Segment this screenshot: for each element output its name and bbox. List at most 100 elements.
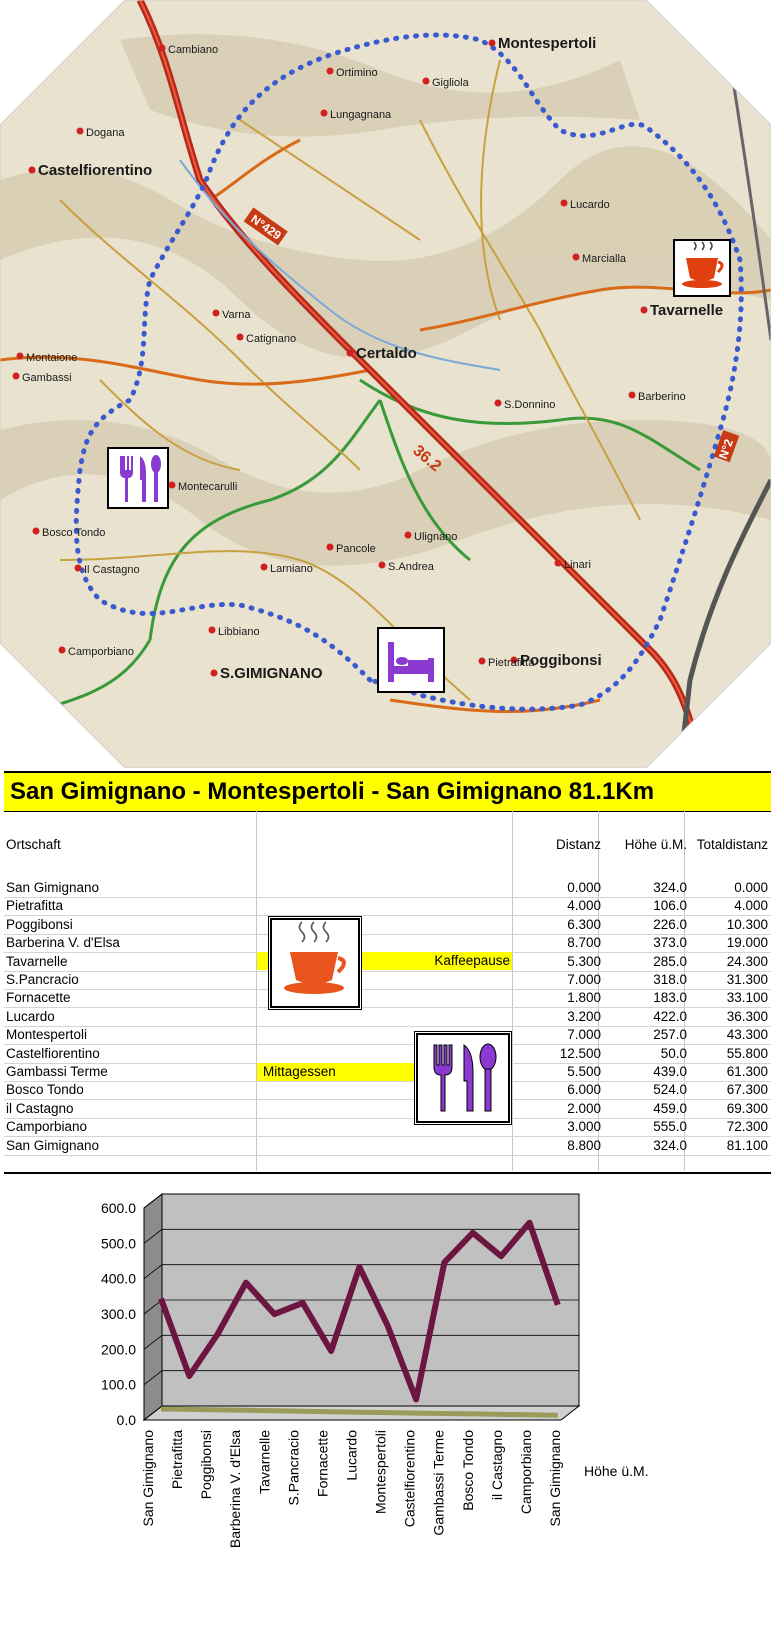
x-tick-label: Montespertoli — [373, 1430, 389, 1514]
place-cell: Tavarnelle — [6, 953, 68, 969]
place-label: Montespertoli — [498, 35, 596, 52]
distance-cell: 3.200 — [567, 1008, 601, 1024]
x-tick-label: Gambassi Terme — [431, 1430, 447, 1536]
distance-cell: 7.000 — [567, 972, 601, 987]
coffee-break-note: Kaffeepause — [434, 953, 510, 968]
height-cell: 324.0 — [653, 880, 687, 895]
place-label: Certaldo — [356, 345, 417, 362]
distance-cell: 8.700 — [567, 935, 601, 951]
distance-cell: 6.300 — [567, 916, 601, 932]
place-cell: Poggibonsi — [6, 916, 73, 932]
total-distance-cell: 81.100 — [726, 1137, 768, 1153]
total-distance-cell: 31.300 — [726, 972, 768, 987]
total-distance-cell: 19.000 — [726, 935, 768, 951]
place-marker — [74, 564, 82, 572]
place-label: Camporbiano — [68, 646, 134, 658]
height-cell: 183.0 — [653, 990, 687, 1006]
cutlery-icon — [433, 1043, 497, 1112]
header-place: Ortschaft — [6, 837, 61, 852]
place-label: Montecarulli — [178, 481, 237, 493]
y-tick-label: 200.0 — [101, 1341, 136, 1357]
coffee-cup-icon — [284, 921, 346, 994]
distance-cell: 5.300 — [567, 953, 601, 969]
table-cutlery-icon-box — [416, 1033, 510, 1123]
total-distance-cell: 33.100 — [726, 990, 768, 1006]
header-total-distance: Totaldistanz — [696, 837, 768, 852]
table-coffee-icon-box — [270, 918, 360, 1008]
place-marker — [158, 44, 166, 52]
table-row: Fornacette 1.800 183.0 33.100 — [4, 989, 771, 1009]
place-label: Marcialla — [582, 253, 627, 265]
distance-cell: 7.000 — [567, 1027, 601, 1043]
lunch-note: Mittagessen — [263, 1064, 336, 1079]
y-tick-label: 0.0 — [117, 1412, 137, 1428]
map-canvas: Castelfiorentino Montespertoli Certaldo Tav… — [0, 0, 771, 768]
place-marker — [628, 391, 636, 399]
place-label: Il Castagno — [84, 564, 140, 576]
place-marker — [168, 481, 176, 489]
table-row: Montespertoli 7.000 257.0 43.300 — [4, 1026, 771, 1046]
total-distance-cell: 69.300 — [726, 1100, 768, 1116]
place-marker — [12, 372, 20, 380]
place-marker — [76, 127, 84, 135]
total-distance-cell: 24.300 — [726, 953, 768, 969]
total-distance-cell: 10.300 — [726, 916, 768, 932]
place-label: Ulignano — [414, 531, 457, 543]
place-label: S.GIMIGNANO — [220, 665, 323, 682]
place-cell: San Gimignano — [6, 880, 100, 895]
table-row: Lucardo 3.200 422.0 36.300 — [4, 1008, 771, 1027]
place-cell: Gambassi Terme — [6, 1064, 108, 1079]
place-marker — [208, 626, 216, 634]
total-distance-cell: 67.300 — [726, 1082, 768, 1098]
elevation-chart-svg: 0.0 100.0 200.0 300.0 400.0 500.0 600.0 San Gi… — [101, 1192, 649, 1548]
place-label: Lungagnana — [330, 109, 392, 121]
table-row: Camporbiano 3.000 555.0 72.300 — [4, 1118, 771, 1138]
place-label: Libbiano — [218, 626, 260, 638]
place-label: Gigliola — [432, 77, 470, 89]
y-tick-label: 100.0 — [101, 1377, 136, 1393]
cutlery-icon — [107, 447, 169, 509]
table-row: San Gimignano 0.000 324.0 0.000 — [4, 879, 771, 898]
x-tick-label: Fornacette — [314, 1430, 330, 1497]
distance-cell: 12.500 — [559, 1045, 601, 1061]
height-cell: 373.0 — [653, 935, 687, 951]
coffee-cup-icon — [673, 239, 731, 297]
place-label: Bosco Tondo — [42, 527, 105, 539]
height-cell: 285.0 — [653, 953, 687, 969]
place-marker — [320, 109, 328, 117]
place-cell: Pietrafitta — [6, 898, 64, 914]
header-distance: Distanz — [555, 837, 601, 852]
total-distance-cell: 61.300 — [726, 1064, 768, 1079]
total-distance-cell: 36.300 — [726, 1008, 768, 1024]
distance-cell: 4.000 — [567, 898, 601, 914]
place-cell: il Castagno — [6, 1100, 74, 1116]
series-label-hoehe: Höhe ü.M. — [584, 1463, 649, 1479]
bed-icon — [377, 627, 445, 693]
height-cell: 459.0 — [653, 1100, 687, 1116]
table-row: Castelfiorentino 12.500 50.0 55.800 — [4, 1045, 771, 1064]
x-tick-label: Barberina V. d'Elsa — [227, 1430, 243, 1548]
x-tick-label: S.Pancracio — [285, 1430, 301, 1506]
y-tick-label: 600.0 — [101, 1200, 136, 1216]
table-row: Poggibonsi 6.300 226.0 10.300 — [4, 916, 771, 935]
y-tick-label: 500.0 — [101, 1235, 136, 1251]
place-cell: Camporbiano — [6, 1119, 88, 1135]
y-tick-label: 300.0 — [101, 1306, 136, 1322]
height-cell: 257.0 — [653, 1027, 687, 1043]
distance-cell: 3.000 — [567, 1119, 601, 1135]
place-label: Varna — [222, 309, 251, 321]
x-tick-label: Camporbiano — [518, 1430, 534, 1514]
distance-cell: 1.800 — [567, 990, 601, 1006]
x-tick-label: San Gimignano — [140, 1430, 156, 1527]
place-label: Gambassi — [22, 372, 72, 384]
total-distance-cell: 4.000 — [734, 898, 768, 914]
place-marker — [640, 306, 648, 314]
y-axis-ticks: 0.0 100.0 200.0 300.0 400.0 500.0 600.0 — [101, 1200, 136, 1428]
table-row: S.Pancracio 7.000 318.0 31.300 — [4, 971, 771, 990]
place-label: Lucardo — [570, 199, 610, 211]
distance-cell: 5.500 — [567, 1064, 601, 1079]
place-label: Ortimino — [336, 67, 378, 79]
place-label: Pietrafitta — [488, 657, 535, 669]
table-row: il Castagno 2.000 459.0 69.300 — [4, 1100, 771, 1119]
place-marker — [572, 253, 580, 261]
